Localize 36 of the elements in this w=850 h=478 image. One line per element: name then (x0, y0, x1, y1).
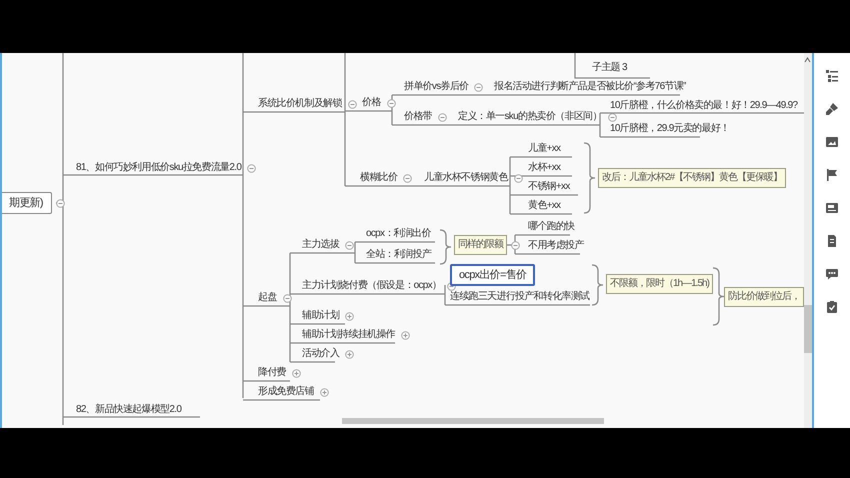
mind-map-topic[interactable]: 辅助计划 (300, 309, 342, 323)
mind-map-topic[interactable]: 系统比价机制及解锁 (256, 97, 344, 111)
mind-map-topic[interactable]: ocpx出价=售价 (450, 264, 536, 286)
mind-map-topic[interactable]: 同样的限额 (454, 235, 507, 255)
mind-map-topic[interactable]: 活动介入 (300, 347, 342, 361)
mind-map-topic[interactable]: 不用考虑投产 (526, 239, 586, 253)
mind-map-topic[interactable]: 改后：儿童水杯2#【不锈钢】黄色【更保暖】 (598, 168, 786, 188)
mind-map-topic[interactable]: 价格 (360, 96, 383, 110)
mind-map-topic[interactable]: 定义：单一sku的热卖价（非区间） (456, 110, 604, 124)
mind-map-topic[interactable]: 82、新品快速起爆模型2.0 (74, 403, 184, 417)
mind-map-topic[interactable]: 哪个跑的快 (526, 220, 577, 234)
mind-map-topic[interactable]: 主力选拔 (300, 238, 342, 252)
mind-map-topic[interactable]: ocpx：利润出价 (364, 227, 433, 241)
mind-map-topic[interactable]: 形成免费店铺 (256, 385, 316, 399)
mind-map-topic[interactable]: 起盘 (256, 291, 279, 305)
mind-map-topic[interactable]: 拼单价vs券后价 (402, 80, 470, 94)
mind-map-topic[interactable]: 不锈钢+xx (526, 180, 572, 194)
mind-map-topic[interactable]: 10斤脐橙，29.9元卖的最好！ (608, 122, 732, 136)
mind-map-topic[interactable]: 黄色+xx (526, 199, 562, 213)
mind-map-topic[interactable]: 辅助计划持续挂机操作 (300, 328, 398, 342)
mind-map-topic[interactable]: 主力计划烧付费（假设是：ocpx） (300, 279, 444, 293)
mind-map-topic[interactable]: 儿童+xx (526, 142, 562, 156)
mind-map-topic[interactable]: 全站：利润投产 (364, 248, 434, 262)
mind-map-topic[interactable]: 儿童水杯不锈钢黄色 (422, 171, 510, 185)
mind-map-topic[interactable]: 10斤脐橙，什么价格卖的最！好！29.9—49.9? (608, 99, 800, 113)
mind-map-topic[interactable]: 不限额，限时（1h—1.5h) (606, 274, 713, 294)
mind-map-topic[interactable]: 连续跑三天进行投产和转化率测试 (448, 290, 592, 304)
mind-map-topic[interactable]: 防比价做到位后， (724, 287, 804, 307)
mind-map-topic[interactable]: 子主题 3 (590, 61, 629, 75)
mind-map-topic[interactable]: 降付费 (256, 366, 288, 380)
mind-map-topic[interactable]: 水杯+xx (526, 161, 562, 175)
mind-map-topic[interactable]: 报名活动进行判断产品是否被比价“参考76节课” (492, 80, 688, 94)
mind-map-topic[interactable]: 价格带 (402, 110, 434, 124)
mind-map-topic[interactable]: 横糊比价 (358, 171, 400, 185)
mind-map-topic[interactable]: 81、如何巧妙利用低价sku拉免费流量2.0 (74, 161, 244, 175)
mind-map-topic[interactable]: 期更新) (2, 192, 52, 214)
